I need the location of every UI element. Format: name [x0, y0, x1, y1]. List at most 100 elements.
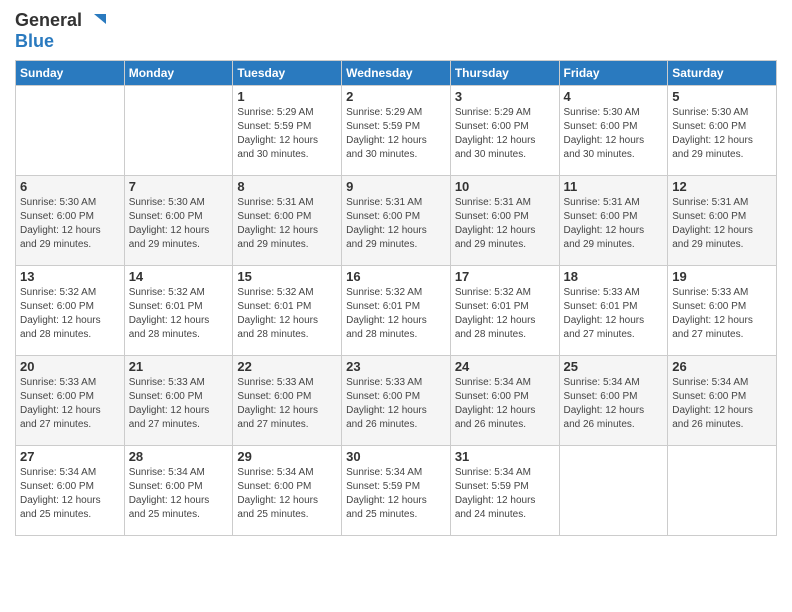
calendar-cell: 8 Sunrise: 5:31 AM Sunset: 6:00 PM Daylig…	[233, 175, 342, 265]
day-number: 3	[455, 89, 555, 104]
day-info: Sunrise: 5:34 AM Sunset: 6:00 PM Dayligh…	[564, 376, 664, 432]
day-info: Sunrise: 5:30 AM Sunset: 6:00 PM Dayligh…	[20, 196, 120, 252]
calendar-cell: 6 Sunrise: 5:30 AM Sunset: 6:00 PM Daylig…	[16, 175, 125, 265]
day-info: Sunrise: 5:33 AM Sunset: 6:00 PM Dayligh…	[237, 376, 337, 432]
calendar-cell: 17 Sunrise: 5:32 AM Sunset: 6:01 PM Dayli…	[450, 265, 559, 355]
day-info: Sunrise: 5:34 AM Sunset: 6:00 PM Dayligh…	[455, 376, 555, 432]
calendar-cell: 22Sunrise: 5:33 AM Sunset: 6:00 PM Dayli…	[233, 355, 342, 445]
day-info: Sunrise: 5:31 AM Sunset: 6:00 PM Dayligh…	[455, 196, 555, 252]
day-number: 11	[564, 179, 664, 194]
calendar-week-row: 27 Sunrise: 5:34 AM Sunset: 6:00 PM Dayli…	[16, 445, 777, 535]
day-of-week-header: Saturday	[668, 60, 777, 85]
day-number: 27	[20, 449, 120, 464]
calendar-cell: 5 Sunrise: 5:30 AM Sunset: 6:00 PM Daylig…	[668, 85, 777, 175]
logo: General Blue	[15, 10, 108, 52]
page-header: General Blue	[15, 10, 777, 52]
day-info: Sunrise: 5:32 AM Sunset: 6:00 PM Dayligh…	[20, 286, 120, 342]
day-number: 12	[672, 179, 772, 194]
day-of-week-header: Monday	[124, 60, 233, 85]
day-number: 7	[129, 179, 229, 194]
day-number: 5	[672, 89, 772, 104]
calendar-cell: 24Sunrise: 5:34 AM Sunset: 6:00 PM Dayli…	[450, 355, 559, 445]
day-number: 10	[455, 179, 555, 194]
day-info: Sunrise: 5:29 AM Sunset: 6:00 PM Dayligh…	[455, 106, 555, 162]
calendar-cell: 10 Sunrise: 5:31 AM Sunset: 6:00 PM Dayli…	[450, 175, 559, 265]
day-info: Sunrise: 5:32 AM Sunset: 6:01 PM Dayligh…	[346, 286, 446, 342]
calendar-cell: 14 Sunrise: 5:32 AM Sunset: 6:01 PM Dayli…	[124, 265, 233, 355]
day-number: 28	[129, 449, 229, 464]
calendar-cell: 28 Sunrise: 5:34 AM Sunset: 6:00 PM Dayli…	[124, 445, 233, 535]
calendar-cell: 23 Sunrise: 5:33 AM Sunset: 6:00 PM Dayli…	[342, 355, 451, 445]
day-number: 31	[455, 449, 555, 464]
day-number: 14	[129, 269, 229, 284]
calendar-cell: 13 Sunrise: 5:32 AM Sunset: 6:00 PM Dayli…	[16, 265, 125, 355]
calendar-cell: 20 Sunrise: 5:33 AM Sunset: 6:00 PM Dayli…	[16, 355, 125, 445]
calendar-cell: 16 Sunrise: 5:32 AM Sunset: 6:01 PM Dayli…	[342, 265, 451, 355]
calendar-cell: 11 Sunrise: 5:31 AM Sunset: 6:00 PM Dayli…	[559, 175, 668, 265]
day-info: Sunrise: 5:34 AM Sunset: 5:59 PM Dayligh…	[455, 466, 555, 522]
day-info: Sunrise: 5:34 AM Sunset: 6:00 PM Dayligh…	[672, 376, 772, 432]
day-info: Sunrise: 5:31 AM Sunset: 6:00 PM Dayligh…	[564, 196, 664, 252]
calendar-week-row: 20 Sunrise: 5:33 AM Sunset: 6:00 PM Dayli…	[16, 355, 777, 445]
day-number: 6	[20, 179, 120, 194]
day-info: Sunrise: 5:34 AM Sunset: 6:00 PM Dayligh…	[20, 466, 120, 522]
day-number: 20	[20, 359, 120, 374]
day-of-week-header: Sunday	[16, 60, 125, 85]
day-number: 2	[346, 89, 446, 104]
day-number: 1	[237, 89, 337, 104]
day-of-week-header: Tuesday	[233, 60, 342, 85]
day-info: Sunrise: 5:29 AM Sunset: 5:59 PM Dayligh…	[237, 106, 337, 162]
calendar-cell: 3 Sunrise: 5:29 AM Sunset: 6:00 PM Daylig…	[450, 85, 559, 175]
day-info: Sunrise: 5:32 AM Sunset: 6:01 PM Dayligh…	[129, 286, 229, 342]
day-number: 17	[455, 269, 555, 284]
calendar-cell: 30Sunrise: 5:34 AM Sunset: 5:59 PM Dayli…	[342, 445, 451, 535]
day-info: Sunrise: 5:31 AM Sunset: 6:00 PM Dayligh…	[346, 196, 446, 252]
day-number: 23	[346, 359, 446, 374]
calendar-cell: 9 Sunrise: 5:31 AM Sunset: 6:00 PM Daylig…	[342, 175, 451, 265]
calendar-week-row: 1 Sunrise: 5:29 AM Sunset: 5:59 PM Daylig…	[16, 85, 777, 175]
day-number: 19	[672, 269, 772, 284]
day-number: 21	[129, 359, 229, 374]
calendar-table: SundayMondayTuesdayWednesdayThursdayFrid…	[15, 60, 777, 536]
day-info: Sunrise: 5:34 AM Sunset: 6:00 PM Dayligh…	[237, 466, 337, 522]
day-of-week-header: Wednesday	[342, 60, 451, 85]
calendar-cell	[124, 85, 233, 175]
day-number: 9	[346, 179, 446, 194]
day-info: Sunrise: 5:31 AM Sunset: 6:00 PM Dayligh…	[237, 196, 337, 252]
calendar-week-row: 13 Sunrise: 5:32 AM Sunset: 6:00 PM Dayli…	[16, 265, 777, 355]
day-number: 8	[237, 179, 337, 194]
day-info: Sunrise: 5:30 AM Sunset: 6:00 PM Dayligh…	[672, 106, 772, 162]
day-info: Sunrise: 5:33 AM Sunset: 6:00 PM Dayligh…	[20, 376, 120, 432]
calendar-cell: 27 Sunrise: 5:34 AM Sunset: 6:00 PM Dayli…	[16, 445, 125, 535]
calendar-cell: 15 Sunrise: 5:32 AM Sunset: 6:01 PM Dayli…	[233, 265, 342, 355]
day-info: Sunrise: 5:32 AM Sunset: 6:01 PM Dayligh…	[237, 286, 337, 342]
calendar-cell: 25 Sunrise: 5:34 AM Sunset: 6:00 PM Dayli…	[559, 355, 668, 445]
calendar-cell	[668, 445, 777, 535]
calendar-cell: 18Sunrise: 5:33 AM Sunset: 6:01 PM Dayli…	[559, 265, 668, 355]
day-info: Sunrise: 5:29 AM Sunset: 5:59 PM Dayligh…	[346, 106, 446, 162]
calendar-cell: 31 Sunrise: 5:34 AM Sunset: 5:59 PM Dayli…	[450, 445, 559, 535]
day-info: Sunrise: 5:31 AM Sunset: 6:00 PM Dayligh…	[672, 196, 772, 252]
day-info: Sunrise: 5:33 AM Sunset: 6:00 PM Dayligh…	[346, 376, 446, 432]
calendar-header-row: SundayMondayTuesdayWednesdayThursdayFrid…	[16, 60, 777, 85]
calendar-cell: 26 Sunrise: 5:34 AM Sunset: 6:00 PM Dayli…	[668, 355, 777, 445]
day-info: Sunrise: 5:30 AM Sunset: 6:00 PM Dayligh…	[129, 196, 229, 252]
calendar-cell: 1 Sunrise: 5:29 AM Sunset: 5:59 PM Daylig…	[233, 85, 342, 175]
day-number: 15	[237, 269, 337, 284]
day-number: 25	[564, 359, 664, 374]
day-info: Sunrise: 5:34 AM Sunset: 6:00 PM Dayligh…	[129, 466, 229, 522]
calendar-cell: 29Sunrise: 5:34 AM Sunset: 6:00 PM Dayli…	[233, 445, 342, 535]
day-number: 13	[20, 269, 120, 284]
calendar-cell	[16, 85, 125, 175]
day-info: Sunrise: 5:33 AM Sunset: 6:00 PM Dayligh…	[672, 286, 772, 342]
day-number: 16	[346, 269, 446, 284]
day-of-week-header: Friday	[559, 60, 668, 85]
calendar-cell	[559, 445, 668, 535]
day-number: 18	[564, 269, 664, 284]
calendar-cell: 12 Sunrise: 5:31 AM Sunset: 6:00 PM Dayli…	[668, 175, 777, 265]
day-info: Sunrise: 5:32 AM Sunset: 6:01 PM Dayligh…	[455, 286, 555, 342]
calendar-cell: 7 Sunrise: 5:30 AM Sunset: 6:00 PM Daylig…	[124, 175, 233, 265]
logo-text: General Blue	[15, 10, 108, 52]
day-info: Sunrise: 5:30 AM Sunset: 6:00 PM Dayligh…	[564, 106, 664, 162]
day-number: 26	[672, 359, 772, 374]
